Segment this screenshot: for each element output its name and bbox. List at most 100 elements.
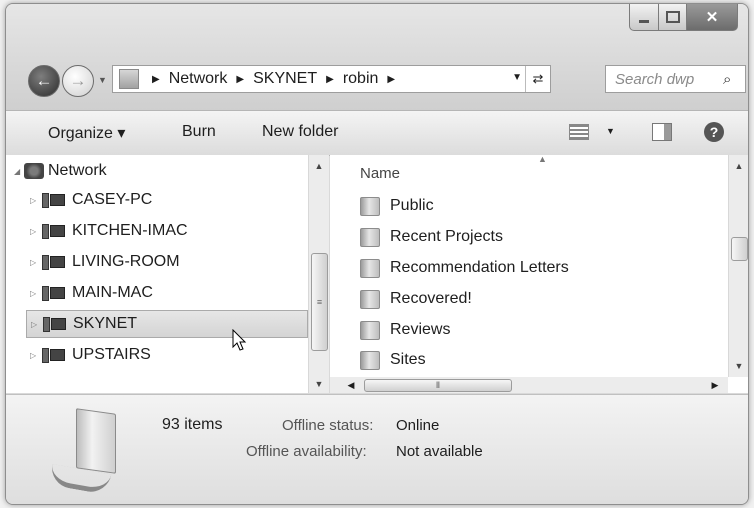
file-item-recommendation-letters[interactable]: Recommendation Letters (360, 255, 569, 281)
scroll-thumb[interactable]: Ⅱ (364, 379, 512, 392)
scroll-left-icon[interactable]: ◀ (344, 377, 358, 393)
folder-icon (360, 196, 380, 216)
expand-arrow-icon[interactable]: ▷ (30, 351, 40, 360)
expand-arrow-icon[interactable]: ▷ (30, 227, 40, 236)
close-icon: ✕ (705, 9, 719, 26)
file-item-sites[interactable]: Sites (360, 347, 426, 373)
breadcrumb-network[interactable]: Network (169, 70, 228, 88)
offline-status-label: Offline status: (282, 417, 374, 434)
breadcrumb-separator-icon[interactable]: ▶ (152, 74, 160, 85)
search-icon[interactable]: ⌕ (723, 71, 745, 88)
folder-icon (360, 320, 380, 340)
tree-item-casey-pc[interactable]: ▷ CASEY-PC (30, 187, 152, 213)
navigation-scrollbar[interactable]: ▲ ≡ ▼ (308, 155, 329, 393)
tree-item-label: LIVING-ROOM (72, 253, 180, 270)
help-icon[interactable]: ? (704, 122, 724, 142)
breadcrumb-robin[interactable]: robin (343, 70, 379, 88)
folder-icon (360, 350, 380, 370)
tree-item-main-mac[interactable]: ▷ MAIN-MAC (30, 280, 153, 306)
offline-availability-label: Offline availability: (246, 443, 367, 460)
computer-icon (40, 223, 66, 239)
navigation-pane: ◢ Network ▷ CASEY-PC ▷ KITCHEN-IMAC ▷ LI… (6, 155, 329, 393)
tree-item-label: UPSTAIRS (72, 346, 151, 363)
folder-icon (360, 289, 380, 309)
file-item-recent-projects[interactable]: Recent Projects (360, 224, 503, 250)
tree-item-label: SKYNET (73, 315, 138, 332)
back-icon: ← (35, 71, 53, 90)
file-item-label: Recovered! (390, 290, 472, 307)
breadcrumb-skynet[interactable]: SKYNET (253, 70, 317, 88)
file-list-horizontal-scrollbar[interactable]: ◀ Ⅱ ▶ (330, 377, 728, 393)
scroll-down-icon[interactable]: ▼ (729, 357, 748, 375)
scroll-thumb[interactable]: ≡ (311, 253, 328, 351)
collapse-arrow-icon[interactable]: ◢ (14, 167, 24, 176)
scroll-thumb[interactable] (731, 237, 748, 261)
recent-pages-button[interactable]: ▼ (98, 75, 107, 85)
breadcrumb-separator-icon[interactable]: ▶ (387, 74, 395, 85)
file-item-recovered[interactable]: Recovered! (360, 286, 472, 312)
scroll-right-icon[interactable]: ▶ (708, 377, 722, 393)
minimize-icon (639, 19, 649, 23)
computer-icon (40, 347, 66, 363)
expand-arrow-icon[interactable]: ▷ (31, 320, 41, 329)
offline-availability-value: Not available (396, 443, 483, 460)
tree-item-label: KITCHEN-IMAC (72, 222, 188, 239)
column-name[interactable]: Name (360, 165, 400, 182)
minimize-button[interactable] (629, 4, 659, 31)
command-bar: Organize ▾ Burn New folder ▼ ? (6, 110, 748, 156)
computer-icon (40, 254, 66, 270)
tree-item-label: CASEY-PC (72, 191, 153, 208)
tree-item-skynet[interactable]: ▷ SKYNET (26, 310, 308, 338)
file-item-label: Recommendation Letters (390, 259, 569, 276)
caption-buttons: ✕ (629, 4, 738, 36)
item-count: 93 items (162, 416, 223, 433)
navigation-bar: ← → ▼ ▶ Network ▶ SKYNET ▶ robin ▶ ▼ ⇄ S… (20, 61, 746, 97)
forward-button[interactable]: → (62, 65, 94, 97)
file-item-public[interactable]: Public (360, 193, 434, 219)
forward-icon: → (69, 71, 87, 90)
file-item-label: Sites (390, 351, 426, 368)
view-options-icon[interactable]: ▼ (606, 126, 615, 136)
expand-arrow-icon[interactable]: ▷ (30, 258, 40, 267)
expand-arrow-icon[interactable]: ▷ (30, 289, 40, 298)
burn-button[interactable]: Burn (182, 123, 216, 141)
preview-pane-icon[interactable] (652, 123, 672, 141)
offline-status-value: Online (396, 417, 440, 434)
column-header[interactable]: ▲ Name (330, 154, 728, 189)
tree-item-upstairs[interactable]: ▷ UPSTAIRS (30, 342, 151, 368)
search-box[interactable]: Search dwp ⌕ (605, 65, 746, 93)
scroll-down-icon[interactable]: ▼ (309, 375, 329, 393)
sort-ascending-icon: ▲ (538, 154, 547, 164)
refresh-icon: ⇄ (532, 71, 544, 86)
tree-item-living-room[interactable]: ▷ LIVING-ROOM (30, 249, 180, 275)
back-button[interactable]: ← (28, 65, 60, 97)
tree-item-kitchen-imac[interactable]: ▷ KITCHEN-IMAC (30, 218, 188, 244)
computer-icon (40, 192, 66, 208)
breadcrumb-separator-icon[interactable]: ▶ (236, 74, 244, 85)
breadcrumb-separator-icon[interactable]: ▶ (326, 74, 334, 85)
file-item-label: Public (390, 197, 434, 214)
title-chrome: ✕ ← → ▼ ▶ Network ▶ SKYNET ▶ robin ▶ ▼ ⇄… (6, 4, 748, 110)
explorer-window: ✕ ← → ▼ ▶ Network ▶ SKYNET ▶ robin ▶ ▼ ⇄… (5, 3, 749, 505)
new-folder-button[interactable]: New folder (262, 123, 338, 141)
file-list-vertical-scrollbar[interactable]: ▲ ▼ (728, 155, 748, 377)
maximize-button[interactable] (659, 4, 687, 31)
scroll-up-icon[interactable]: ▲ (729, 157, 748, 175)
close-button[interactable]: ✕ (687, 4, 738, 31)
file-item-reviews[interactable]: Reviews (360, 317, 450, 343)
tree-item-label: Network (48, 162, 107, 179)
address-bar[interactable]: ▶ Network ▶ SKYNET ▶ robin ▶ ▼ ⇄ (112, 65, 551, 93)
computer-icon (40, 285, 66, 301)
expand-arrow-icon[interactable]: ▷ (30, 196, 40, 205)
refresh-button[interactable]: ⇄ (525, 66, 550, 92)
tree-item-network[interactable]: ◢ Network (14, 158, 107, 184)
tree-item-label: MAIN-MAC (72, 284, 153, 301)
address-dropdown-icon[interactable]: ▼ (512, 72, 522, 83)
scroll-up-icon[interactable]: ▲ (309, 157, 329, 175)
search-input[interactable]: Search dwp (615, 71, 723, 88)
network-location-icon (119, 69, 139, 89)
view-icon[interactable] (569, 124, 589, 140)
folder-icon (360, 227, 380, 247)
computer-icon (41, 316, 67, 332)
organize-button[interactable]: Organize ▾ (48, 123, 125, 143)
